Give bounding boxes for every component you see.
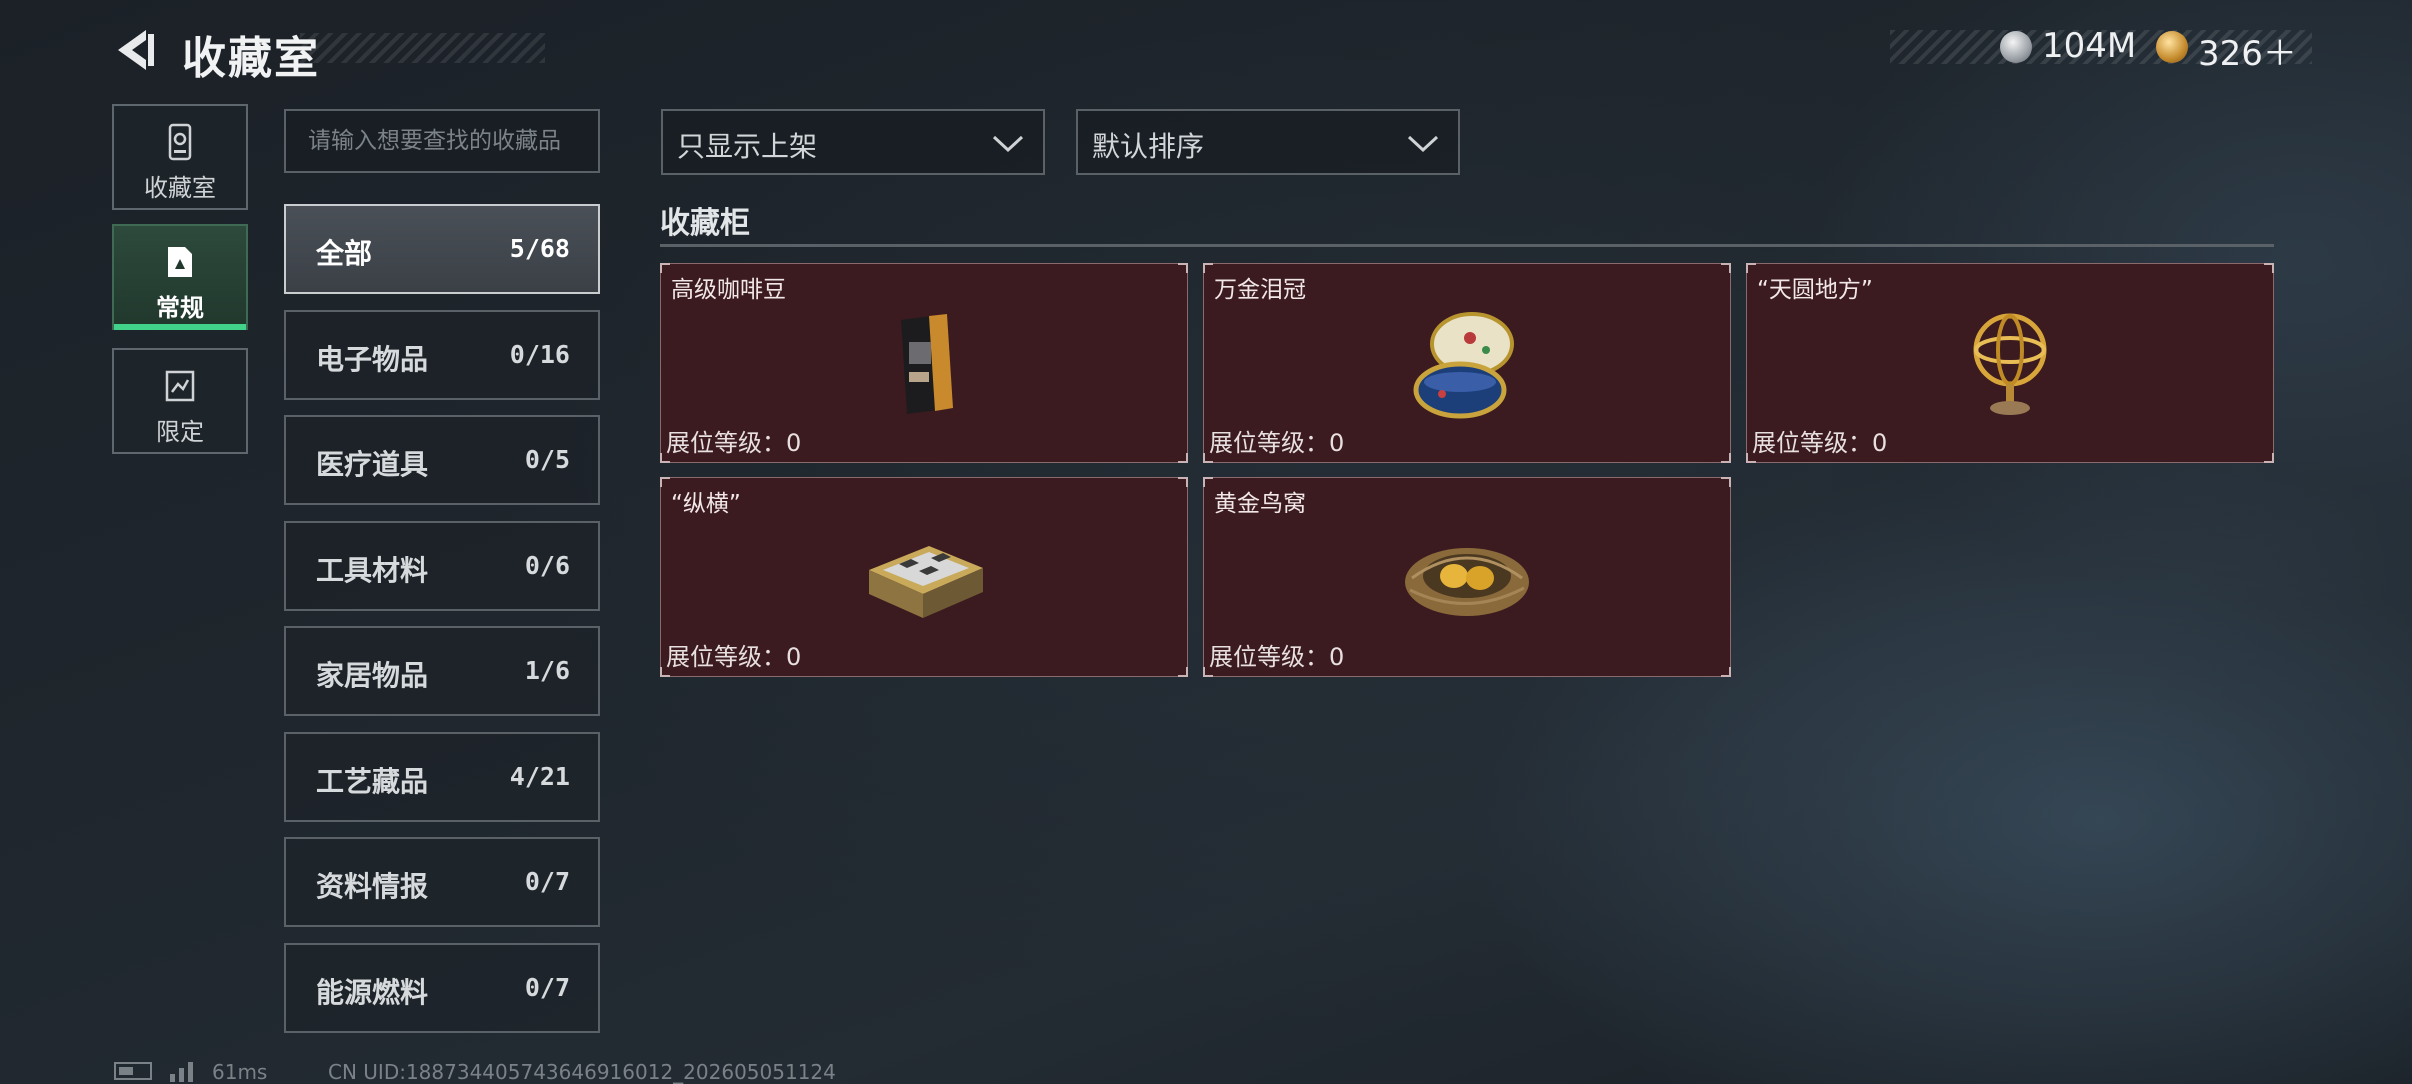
collection-room-icon [168, 123, 192, 161]
section-divider [660, 244, 2274, 247]
signal-icon [170, 1062, 193, 1082]
category-crafts[interactable]: 工艺藏品 4/21 [284, 732, 600, 822]
category-count: 0/7 [524, 973, 570, 1002]
uid-text: CN UID:1887344057436469160​12_2026050511… [328, 1060, 836, 1084]
search-input[interactable] [286, 111, 598, 171]
category-count: 0/6 [524, 551, 570, 580]
item-name: 黄金鸟窝 [1214, 491, 1306, 517]
tab-label: 常规 [156, 294, 204, 322]
category-all[interactable]: 全部 5/68 [284, 204, 600, 294]
tab-collection-room[interactable]: 收藏室 [112, 104, 248, 210]
item-card-jeweled-crown[interactable]: 万金泪冠 展位等级：0 [1203, 263, 1731, 463]
item-level: 展位等级：0 [1752, 429, 1888, 457]
back-arrow-icon[interactable] [112, 26, 156, 74]
category-household[interactable]: 家居物品 1/6 [284, 626, 600, 716]
category-count: 1/6 [524, 656, 570, 685]
category-name: 资料情报 [316, 870, 429, 903]
ping-value: 61ms [212, 1060, 268, 1084]
limited-icon [165, 370, 195, 402]
category-name: 家居物品 [316, 659, 429, 692]
category-name: 电子物品 [316, 343, 429, 376]
item-card-armillary[interactable]: “天圆地方” 展位等级：0 [1746, 263, 2274, 463]
category-name: 医疗道具 [316, 448, 429, 481]
display-filter-label: 只显示上架 [677, 130, 818, 163]
item-name: 万金泪冠 [1214, 277, 1306, 303]
item-level: 展位等级：0 [666, 643, 802, 671]
jeweled-egg-icon [1413, 312, 1514, 419]
item-level: 展位等级：0 [666, 429, 802, 457]
item-card-golden-nest[interactable]: 黄金鸟窝 展位等级：0 [1203, 477, 1731, 677]
title-decoration [300, 33, 545, 63]
item-level: 展位等级：0 [1209, 429, 1345, 457]
item-card-coffee-beans[interactable]: 高级咖啡豆 展位等级：0 [660, 263, 1188, 463]
category-intel[interactable]: 资料情报 0/7 [284, 837, 600, 927]
category-fuel[interactable]: 能源燃料 0/7 [284, 943, 600, 1033]
category-name: 工具材料 [316, 554, 429, 587]
tab-regular[interactable]: 常规 [112, 224, 248, 330]
category-count: 4/21 [509, 762, 570, 791]
category-count: 0/7 [524, 867, 570, 896]
sort-label: 默认排序 [1092, 130, 1205, 163]
chevron-down-icon [1407, 135, 1439, 153]
item-card-chess-box[interactable]: “纵横” 展位等级：0 [660, 477, 1188, 677]
golden-nest-icon [1405, 548, 1529, 616]
category-count: 5/68 [509, 234, 570, 263]
gold-currency-value[interactable]: 326＋ [2198, 26, 2297, 75]
chess-box-icon [869, 546, 983, 618]
page-title: 收藏室 [182, 33, 320, 84]
tab-label: 限定 [156, 418, 204, 446]
category-name: 工艺藏品 [316, 765, 429, 798]
tab-label: 收藏室 [144, 174, 216, 202]
category-medical[interactable]: 医疗道具 0/5 [284, 415, 600, 505]
coffee-bag-icon [901, 314, 953, 414]
silver-currency-value: 104M [2042, 26, 2137, 66]
tab-limited[interactable]: 限定 [112, 348, 248, 454]
battery-icon [114, 1062, 152, 1080]
chevron-down-icon [992, 135, 1024, 153]
item-name: “天圆地方” [1757, 277, 1873, 303]
category-name: 全部 [316, 237, 373, 270]
category-electronics[interactable]: 电子物品 0/16 [284, 310, 600, 400]
item-name: 高级咖啡豆 [671, 277, 786, 303]
item-level: 展位等级：0 [1209, 643, 1345, 671]
section-title: 收藏柜 [660, 206, 750, 241]
category-count: 0/5 [524, 445, 570, 474]
sort-dropdown[interactable]: 默认排序 [1076, 109, 1460, 175]
category-name: 能源燃料 [316, 976, 429, 1009]
item-name: “纵横” [671, 491, 741, 517]
category-count: 0/16 [509, 340, 570, 369]
gold-coin-icon [2156, 31, 2188, 63]
category-tools[interactable]: 工具材料 0/6 [284, 521, 600, 611]
regular-icon [168, 247, 192, 277]
silver-coin-icon [2000, 31, 2032, 63]
display-filter-dropdown[interactable]: 只显示上架 [661, 109, 1045, 175]
armillary-sphere-icon [1973, 313, 2047, 415]
search-field[interactable] [284, 109, 600, 173]
